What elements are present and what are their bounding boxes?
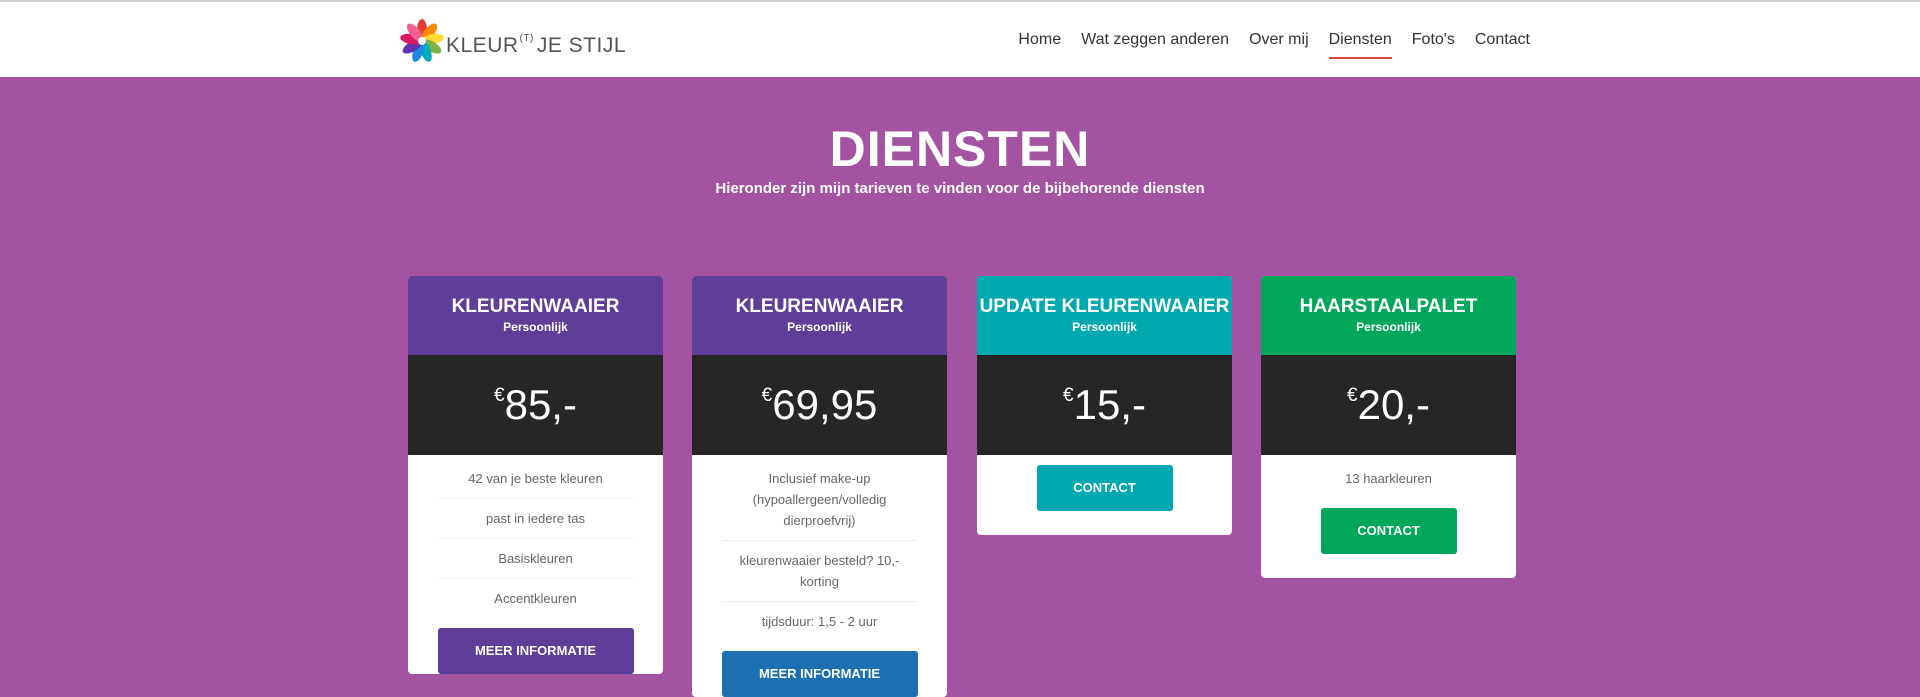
- feature-item: 42 van je beste kleuren: [438, 459, 633, 499]
- price-amount: 20,-: [1357, 381, 1430, 428]
- card-title: KLEURENWAAIER: [735, 296, 904, 317]
- card-subtitle: Persoonlijk: [503, 320, 568, 334]
- card-subtitle: Persoonlijk: [787, 320, 852, 334]
- main-nav: Home Wat zeggen anderen Over mij Dienste…: [998, 2, 1530, 77]
- card-price: €69,95: [692, 355, 947, 455]
- feature-item: kleurenwaaier besteld? 10,- korting: [722, 541, 917, 602]
- feature-item: Basiskleuren: [438, 539, 633, 579]
- nav-diensten[interactable]: Diensten: [1328, 25, 1392, 59]
- card-header: KLEURENWAAIER Persoonlijk: [692, 276, 947, 355]
- nav-fotos[interactable]: Foto's: [1412, 25, 1455, 55]
- feature-list: 13 haarkleuren: [1261, 455, 1516, 498]
- nav-over-mij[interactable]: Over mij: [1249, 25, 1309, 55]
- nav-home[interactable]: Home: [1018, 25, 1061, 55]
- feature-list: Inclusief make-up (hypoallergeen/volledi…: [692, 455, 947, 641]
- card-header: UPDATE KLEURENWAAIER Persoonlijk: [977, 276, 1232, 355]
- card-header: HAARSTAALPALET Persoonlijk: [1261, 276, 1516, 355]
- currency-symbol: €: [494, 385, 505, 406]
- pricing-card-kleurenwaaier: KLEURENWAAIER Persoonlijk €85,- 42 van j…: [408, 276, 663, 674]
- page-subtitle: Hieronder zijn mijn tarieven te vinden v…: [715, 180, 1205, 197]
- meer-informatie-button[interactable]: MEER INFORMATIE: [721, 651, 918, 697]
- page-title: DIENSTEN: [829, 121, 1091, 177]
- feature-item: tijdsduur: 1,5 - 2 uur: [761, 614, 878, 629]
- currency-symbol: €: [1063, 385, 1074, 406]
- nav-contact[interactable]: Contact: [1475, 25, 1530, 55]
- pricing-card-update-kleurenwaaier: UPDATE KLEURENWAAIER Persoonlijk €15,- C…: [977, 276, 1232, 535]
- card-title: UPDATE KLEURENWAAIER: [979, 296, 1230, 317]
- meer-informatie-button[interactable]: MEER INFORMATIE: [437, 628, 634, 674]
- card-subtitle: Persoonlijk: [1072, 320, 1137, 334]
- card-price: €15,-: [977, 355, 1232, 455]
- nav-wat-zeggen-anderen[interactable]: Wat zeggen anderen: [1081, 25, 1229, 55]
- card-header: KLEURENWAAIER Persoonlijk: [408, 276, 663, 355]
- contact-button[interactable]: CONTACT: [1320, 508, 1457, 554]
- feature-item: 13 haarkleuren: [1345, 471, 1432, 486]
- site-header: KLEUR(T) JE STIJL Home Wat zeggen anderen…: [0, 2, 1920, 77]
- logo-text: KLEUR(T) JE STIJL: [446, 32, 627, 57]
- feature-item: past in iedere tas: [438, 499, 633, 539]
- pricing-card-haarstaalpalet: HAARSTAALPALET Persoonlijk €20,- 13 haar…: [1261, 276, 1516, 578]
- site-logo[interactable]: KLEUR(T) JE STIJL: [400, 16, 626, 66]
- card-price: €20,-: [1261, 355, 1516, 455]
- price-amount: 15,-: [1073, 381, 1146, 428]
- card-title: HAARSTAALPALET: [1299, 296, 1478, 317]
- currency-symbol: €: [761, 385, 773, 406]
- feature-item: Accentkleuren: [494, 591, 577, 606]
- price-amount: 85,-: [504, 381, 577, 428]
- contact-button[interactable]: CONTACT: [1036, 465, 1173, 511]
- price-amount: 69,95: [772, 381, 878, 428]
- pricing-card-kleurenwaaier-makeup: KLEURENWAAIER Persoonlijk €69,95 Inclusi…: [692, 276, 947, 697]
- currency-symbol: €: [1347, 385, 1358, 406]
- feature-item: Inclusief make-up (hypoallergeen/volledi…: [722, 459, 917, 541]
- card-price: €85,-: [408, 355, 663, 455]
- color-wheel-logo-icon: [400, 19, 444, 62]
- card-subtitle: Persoonlijk: [1356, 320, 1421, 334]
- feature-list: 42 van je beste kleuren past in iedere t…: [408, 455, 663, 618]
- card-title: KLEURENWAAIER: [451, 296, 620, 317]
